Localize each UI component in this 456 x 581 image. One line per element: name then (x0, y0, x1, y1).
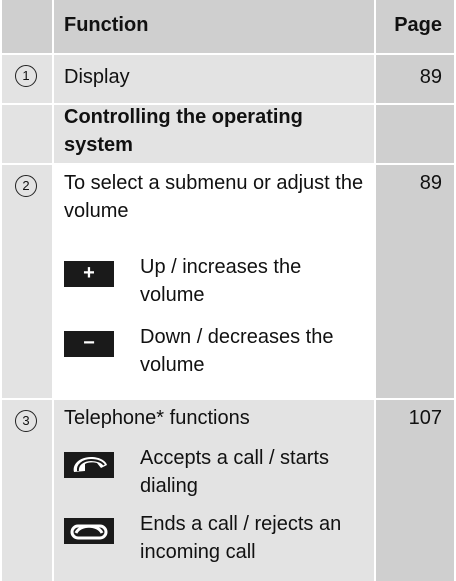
sub-description: Accepts a call / starts dialing (140, 447, 329, 497)
table-row: 2 To select a submenu or adjust the volu… (2, 165, 454, 398)
table-row: 1 Display 89 (2, 55, 454, 103)
header-page: Page (394, 14, 442, 36)
row-page: 107 (408, 407, 442, 429)
row-page: 89 (419, 172, 442, 194)
phone-end-icon (64, 518, 114, 544)
table-header: Function Page (2, 0, 454, 53)
function-table: Function Page 1 Display 89 Controlling t… (2, 0, 454, 581)
section-row: Controlling the operating system (2, 105, 454, 163)
phone-accept-icon (64, 452, 114, 478)
column-divider (52, 0, 54, 581)
column-divider (374, 0, 376, 581)
row-function: Display (64, 66, 130, 88)
row-page: 89 (419, 66, 442, 88)
row-number: 3 (15, 410, 37, 432)
header-function: Function (64, 14, 149, 36)
section-title: Controlling the operating system (64, 106, 303, 156)
plus-key-icon: + (64, 261, 114, 287)
sub-description: Down / decreases the volume (140, 326, 334, 376)
sub-description: Ends a call / rejects an incoming call (140, 513, 342, 563)
sub-description: Up / increases the volume (140, 256, 302, 306)
row-number: 1 (15, 65, 37, 87)
row-function: To select a submenu or adjust the volume (64, 172, 364, 222)
minus-key-icon: − (64, 331, 114, 357)
row-number: 2 (15, 175, 37, 197)
table-row: 3 Telephone* functions Accepts a call / … (2, 400, 454, 581)
row-function: Telephone* functions (64, 407, 250, 429)
